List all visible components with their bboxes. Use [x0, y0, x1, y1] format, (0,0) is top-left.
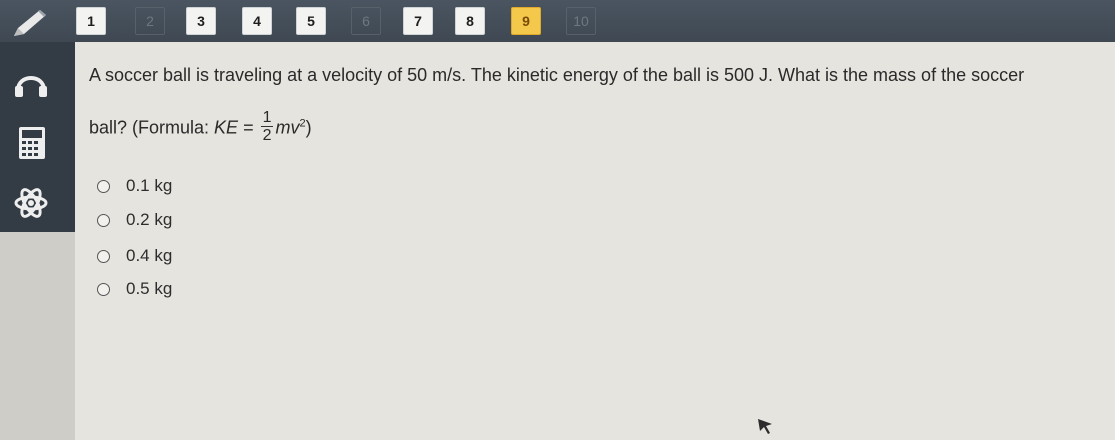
question-9-button[interactable]: 9	[511, 7, 541, 35]
question-7-button[interactable]: 7	[403, 7, 433, 35]
question-panel: A soccer ball is traveling at a velocity…	[75, 42, 1115, 440]
question-navigator: 1 2 3 4 5 6 7 8 9 10	[0, 0, 1115, 42]
formula-ke: KE	[214, 117, 239, 138]
option-label: 0.1 kg	[126, 176, 173, 195]
atom-icon[interactable]	[12, 186, 50, 220]
answer-option-1[interactable]: 0.1 kg	[97, 174, 172, 198]
fraction-denominator: 2	[262, 127, 272, 144]
option-label: 0.2 kg	[126, 210, 173, 229]
formula-fraction: 12	[260, 109, 274, 144]
question-8-button[interactable]: 8	[455, 7, 485, 35]
answer-option-4[interactable]: 0.5 kg	[97, 277, 172, 301]
question-4-button[interactable]: 4	[242, 7, 272, 35]
sidebar-panel	[0, 232, 75, 440]
option-label: 0.5 kg	[126, 279, 173, 298]
question-1-button[interactable]: 1	[76, 7, 106, 35]
calculator-icon[interactable]	[12, 126, 50, 160]
option-label: 0.4 kg	[126, 246, 173, 265]
pencil-icon[interactable]	[10, 6, 50, 40]
question-text-line-1: A soccer ball is traveling at a velocity…	[89, 65, 1025, 85]
radio-button[interactable]	[97, 249, 110, 263]
headphones-icon[interactable]	[12, 64, 50, 98]
mouse-cursor-icon	[758, 419, 772, 434]
answer-option-2[interactable]: 0.2 kg	[97, 208, 172, 232]
question-text-suffix: )	[305, 117, 312, 138]
formula-equals: =	[238, 117, 259, 138]
question-text-prefix: ball? (Formula:	[89, 117, 215, 138]
tools-sidebar	[0, 42, 75, 232]
question-2-button[interactable]: 2	[135, 7, 165, 35]
radio-button[interactable]	[97, 213, 110, 227]
fraction-numerator: 1	[260, 109, 274, 127]
question-5-button[interactable]: 5	[296, 7, 326, 35]
radio-button[interactable]	[97, 282, 110, 296]
question-10-button[interactable]: 10	[566, 7, 596, 35]
question-3-button[interactable]: 3	[186, 7, 216, 35]
question-text-line-2: ball? (Formula: KE = 1 2 mv2)	[89, 109, 312, 146]
answer-option-3[interactable]: 0.4 kg	[97, 244, 172, 268]
question-6-button[interactable]: 6	[351, 7, 381, 35]
radio-button[interactable]	[97, 179, 110, 193]
formula-m: m	[275, 117, 291, 138]
